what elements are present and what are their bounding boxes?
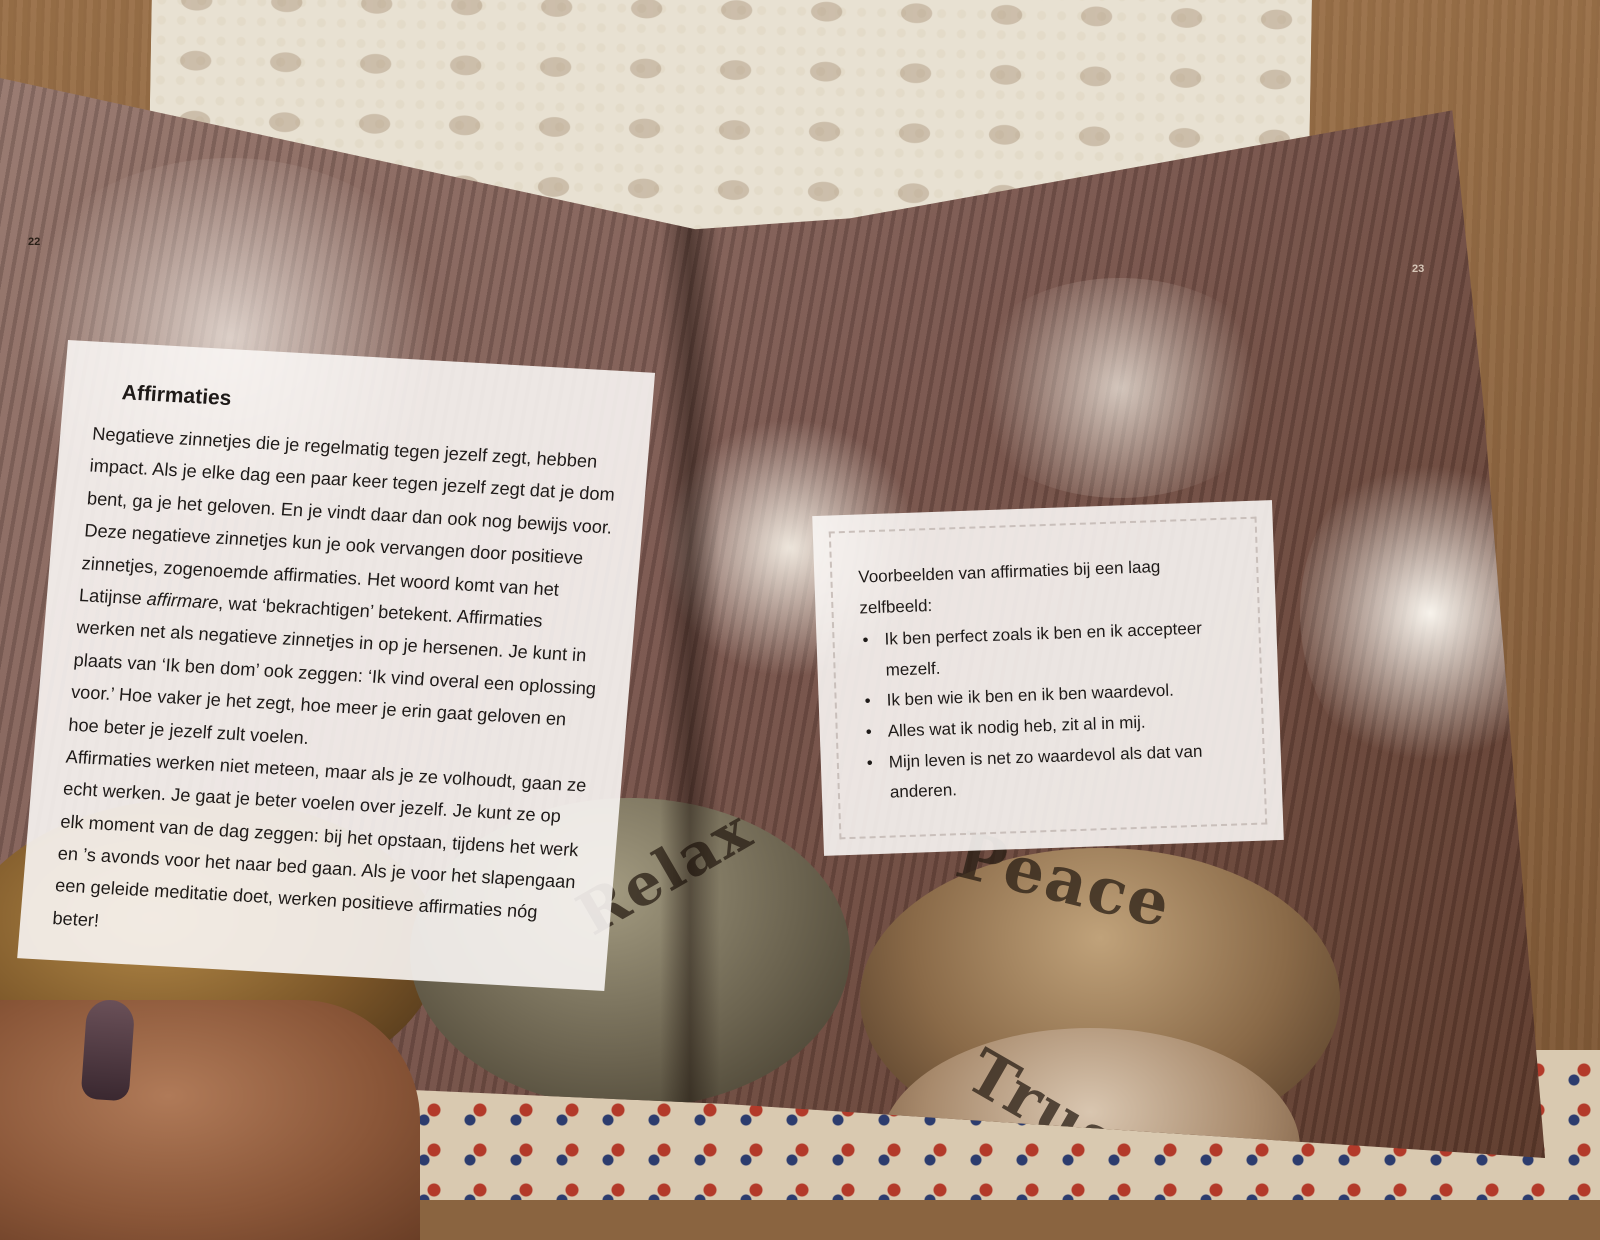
book-gutter [660,78,720,1158]
painted-fingernail [80,998,136,1102]
body-paragraph-1: Negatieve zinnetjes die je regelmatig te… [67,418,619,770]
bullet-icon: • [865,722,873,742]
list-item-text: Alles wat ik nodig heb, zit al in mij. [887,712,1146,741]
body-paragraph-2: Affirmaties werken niet meteen, maar als… [51,746,588,931]
page-number-right: 23 [1412,263,1425,275]
list-item-text: Mijn leven is net zo waardevol als dat v… [888,741,1203,802]
affirmation-list: • Ik ben perfect zoals ik ben en ik accep… [860,613,1244,810]
affirmaties-text-box: Affirmaties Negatieve zinnetjes die je r… [17,340,656,991]
bullet-icon: • [862,630,869,650]
paragraph-text: Negatieve zinnetjes die je regelmatig te… [78,423,616,609]
bullet-icon: • [864,691,871,711]
examples-intro: Voorbeelden van affirmaties bij een laag… [858,557,1161,618]
open-book: Relax Peace Trust 22 23 Affirmaties Nega… [0,78,1545,1158]
page-number-left: 22 [28,236,41,248]
list-item-text: Ik ben perfect zoals ik ben en ik accept… [884,618,1203,680]
latin-term: affirmare [145,588,220,613]
list-item-text: Ik ben wie ik ben en ik ben waardevol. [886,680,1175,711]
hand [0,1000,420,1240]
blossom-blur [960,278,1280,498]
examples-text-box: Voorbeelden van affirmaties bij een laag… [812,500,1284,856]
bullet-icon: • [866,752,874,772]
paragraph-text: , wat ‘bekrachtigen’ betekent. Affirmati… [67,592,597,748]
